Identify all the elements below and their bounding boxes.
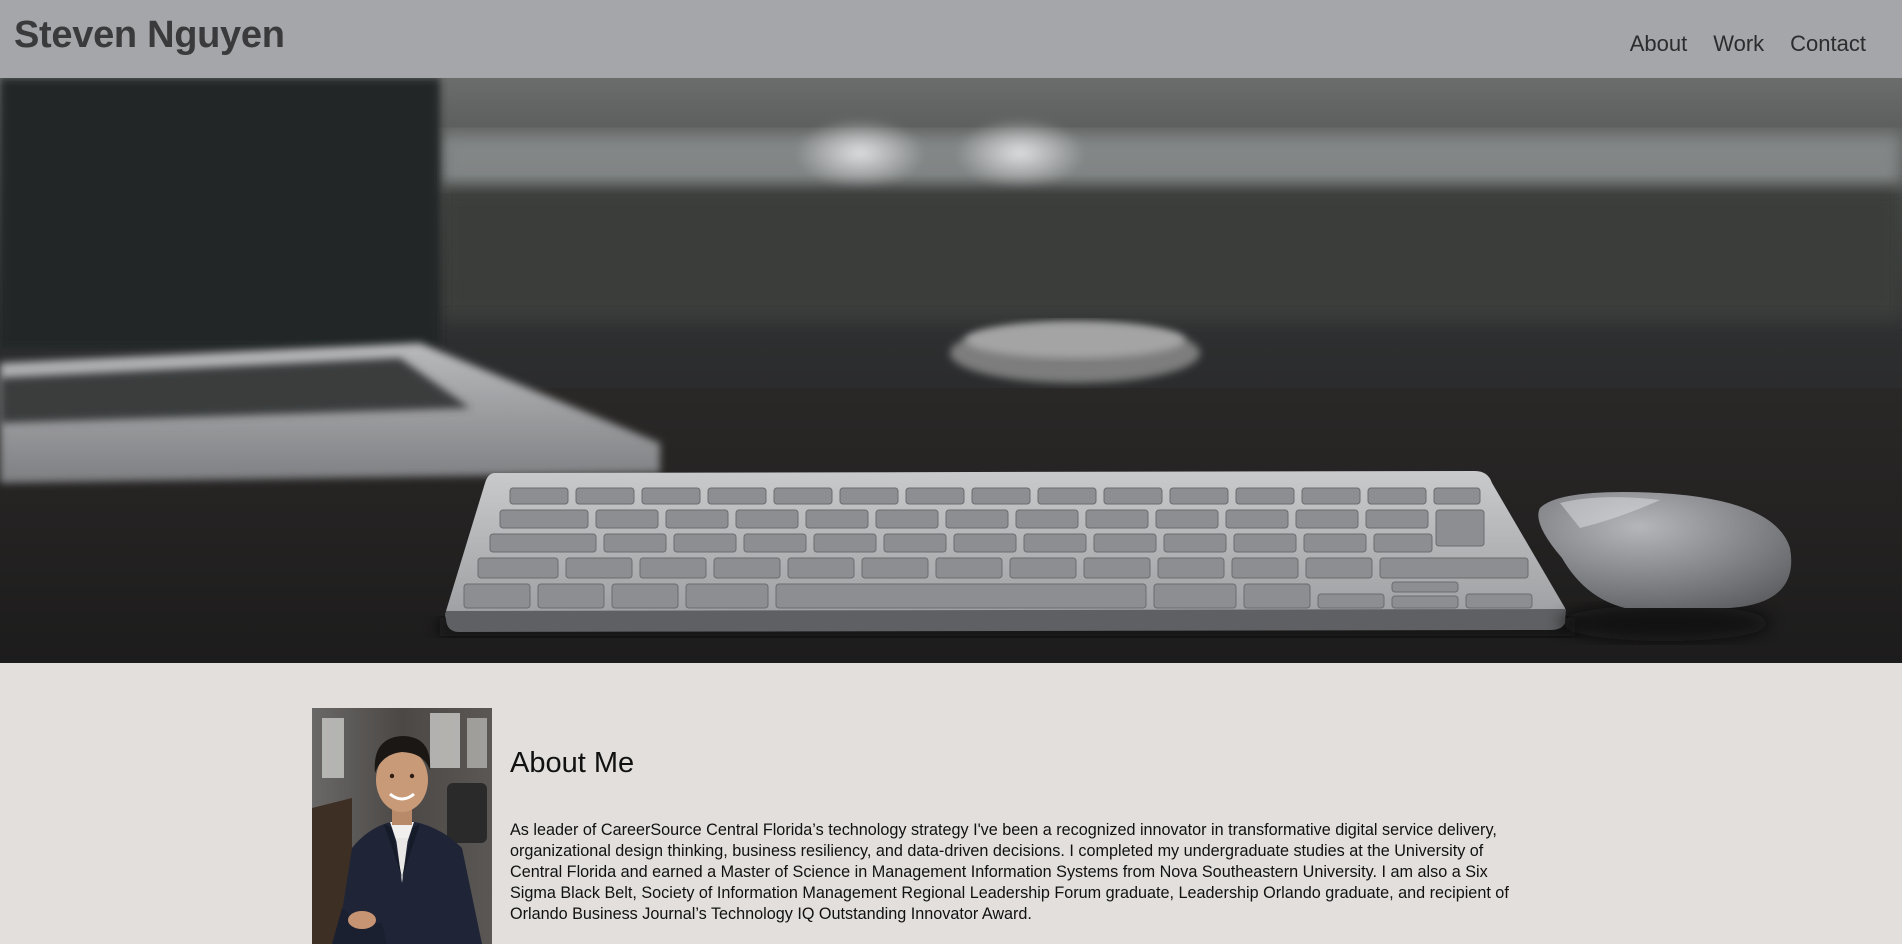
main-nav: About Work Contact [1630,31,1866,57]
about-section: About Me As leader of CareerSource Centr… [0,663,1902,944]
site-header: Steven Nguyen About Work Contact [0,0,1902,78]
nav-link-about[interactable]: About [1630,31,1688,57]
profile-photo [312,708,492,944]
desk-workspace-photo [0,78,1902,663]
hero-image [0,78,1902,663]
nav-link-work[interactable]: Work [1713,31,1764,57]
nav-link-contact[interactable]: Contact [1790,31,1866,57]
about-paragraph: As leader of CareerSource Central Florid… [510,821,1509,923]
about-heading: About Me [510,747,635,779]
site-title[interactable]: Steven Nguyen [14,14,285,57]
